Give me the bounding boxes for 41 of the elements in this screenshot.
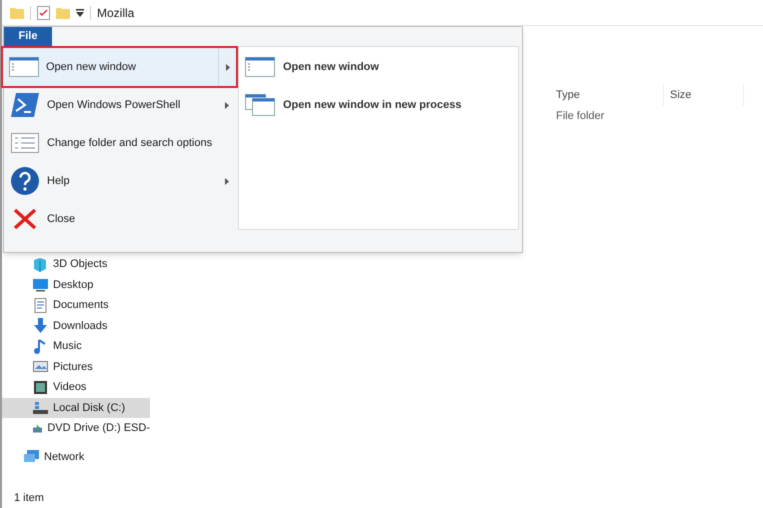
nav-item[interactable]: Downloads	[0, 316, 150, 336]
table-cell-text: File folder	[555, 108, 604, 124]
nav-item[interactable]: 3D Objects	[0, 254, 150, 274]
window-icon	[9, 57, 39, 77]
powershell-icon	[11, 93, 39, 117]
nav-item[interactable]: Desktop	[0, 274, 150, 295]
picture-icon	[33, 359, 48, 374]
nav-item[interactable]: DVD Drive (D:) ESD-	[0, 418, 150, 438]
file-tab[interactable]: File	[4, 27, 52, 46]
nav-item[interactable]: Videos	[0, 377, 150, 398]
nav-item[interactable]: Documents	[0, 295, 150, 316]
cube-icon	[33, 256, 48, 272]
nav-item[interactable]: Local Disk (C:)	[0, 398, 150, 418]
close-icon	[13, 208, 37, 230]
network-icon	[24, 449, 39, 464]
dropdown-icon[interactable]	[76, 8, 84, 16]
document-icon	[33, 298, 48, 313]
film-icon	[33, 380, 48, 395]
music-note-icon	[33, 338, 48, 354]
nav-item[interactable]: Network	[0, 446, 150, 467]
nav-item[interactable]: Pictures	[0, 356, 150, 377]
window-icon	[245, 57, 275, 77]
menu-item[interactable]: Close	[4, 200, 236, 238]
drive-icon	[33, 400, 48, 416]
menu-item[interactable]: Open new window	[3, 48, 236, 86]
desktop-icon	[33, 277, 48, 292]
column-header[interactable]: Type	[550, 84, 664, 106]
nav-item[interactable]: Music	[0, 336, 150, 356]
properties-icon[interactable]	[37, 6, 50, 20]
column-header[interactable]: Size	[664, 84, 744, 106]
menu-item[interactable]: Help	[4, 162, 236, 200]
submenu-item[interactable]: Open new window in new process	[245, 93, 512, 117]
window-title: Mozilla	[97, 4, 134, 22]
status-text: 1 item	[14, 491, 44, 506]
windows-icon	[245, 94, 275, 116]
help-icon	[11, 167, 39, 195]
submenu-item[interactable]: Open new window	[245, 55, 512, 79]
options-list-icon	[11, 133, 39, 153]
menu-item[interactable]: Change folder and search options	[4, 124, 236, 162]
download-arrow-icon	[33, 318, 48, 334]
menu-item[interactable]: Open Windows PowerShell	[4, 86, 236, 124]
